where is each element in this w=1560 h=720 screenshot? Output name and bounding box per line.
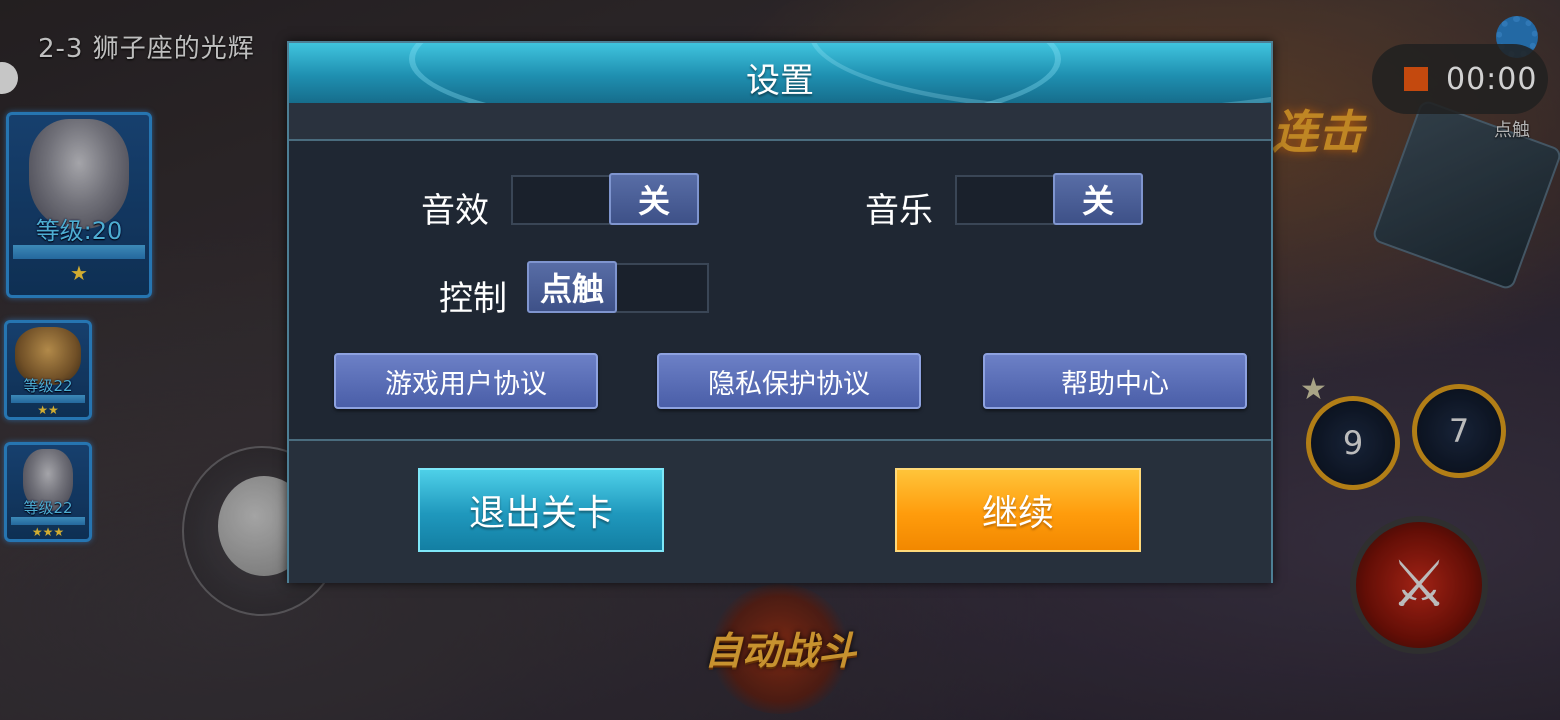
help-center-button[interactable]: 帮助中心 — [983, 353, 1247, 409]
music-toggle-knob[interactable]: 关 — [1053, 173, 1143, 225]
control-label: 控制 — [439, 279, 507, 319]
modal-strip — [289, 103, 1271, 141]
sound-toggle-knob[interactable]: 关 — [609, 173, 699, 225]
control-toggle-knob[interactable]: 点触 — [527, 261, 617, 313]
continue-button[interactable]: 继续 — [895, 468, 1141, 552]
sound-label: 音效 — [421, 191, 489, 231]
sound-toggle[interactable]: 关 — [511, 173, 699, 225]
music-label: 音乐 — [865, 191, 933, 231]
exit-level-button[interactable]: 退出关卡 — [418, 468, 664, 552]
user-agreement-button[interactable]: 游戏用户协议 — [334, 353, 598, 409]
privacy-policy-button[interactable]: 隐私保护协议 — [657, 353, 921, 409]
settings-modal: 设置 音效 关 音乐 关 控制 点触 游戏用户协议 隐私保护协议 帮助中心 退出… — [287, 41, 1273, 583]
control-toggle[interactable]: 点触 — [527, 261, 709, 313]
modal-title: 设置 — [746, 61, 814, 101]
modal-header: 设置 — [289, 43, 1271, 103]
music-toggle[interactable]: 关 — [955, 173, 1143, 225]
